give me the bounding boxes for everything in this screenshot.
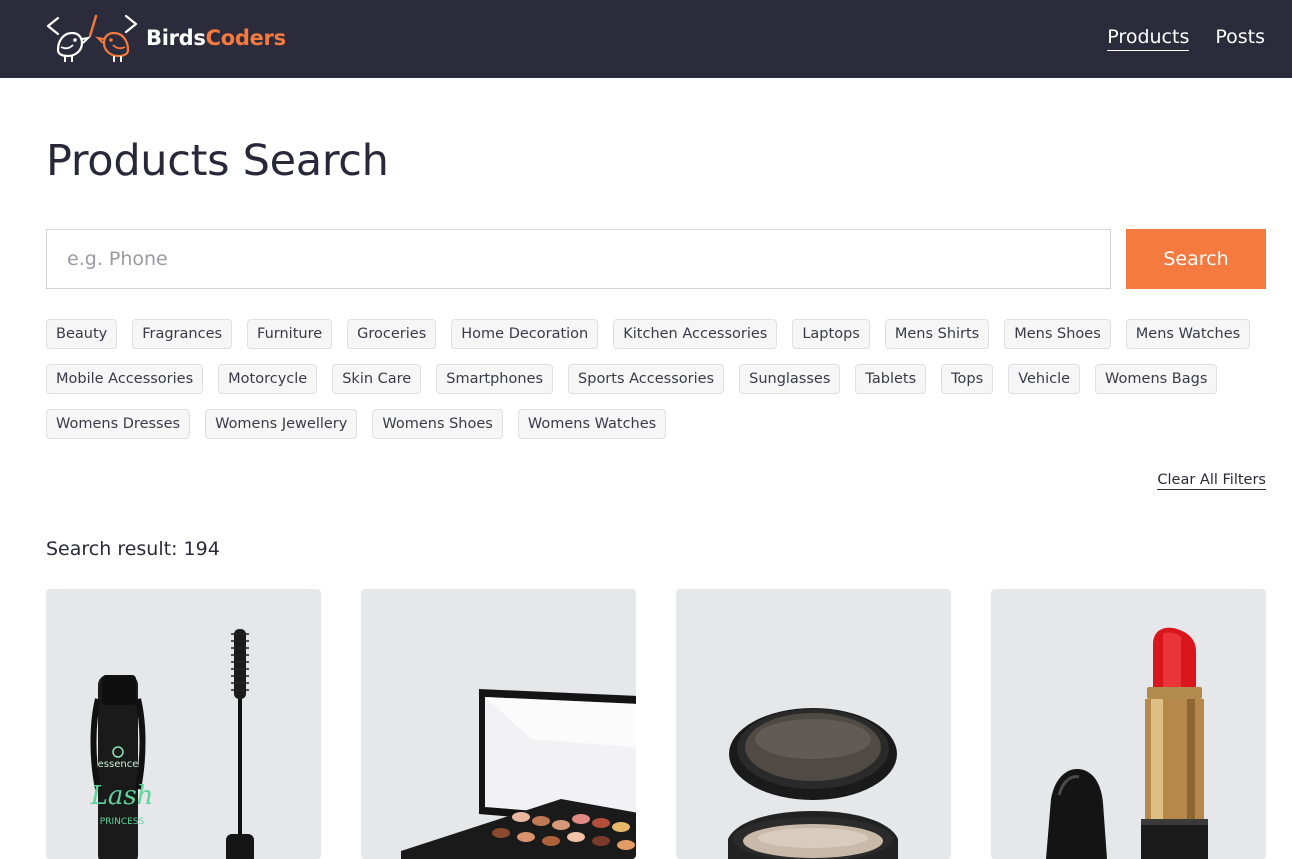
category-chip[interactable]: Mobile Accessories: [46, 364, 204, 394]
product-card[interactable]: essence Lash PRINCESS: [46, 589, 321, 859]
category-chip[interactable]: Sunglasses: [739, 364, 841, 394]
nav-link-posts[interactable]: Posts: [1215, 26, 1265, 51]
nav-link-products[interactable]: Products: [1107, 26, 1190, 51]
category-chip[interactable]: Mens Shoes: [1004, 319, 1111, 349]
search-result-count: Search result: 194: [46, 538, 220, 560]
category-chip[interactable]: Mens Shirts: [884, 319, 990, 349]
category-filter-list: Beauty Fragrances Furniture Groceries Home D…: [46, 319, 1276, 439]
brand-name: BirdsCoders: [146, 26, 286, 50]
category-chip[interactable]: Skin Care: [332, 364, 422, 394]
birds-logo-icon: [46, 14, 138, 62]
category-chip[interactable]: Motorcycle: [218, 364, 318, 394]
category-chip[interactable]: Laptops: [792, 319, 870, 349]
brand-name-part1: Birds: [146, 26, 206, 50]
search-result-number: 194: [183, 538, 220, 560]
top-navigation-bar: BirdsCoders Products Posts: [0, 0, 1292, 78]
category-chip[interactable]: Smartphones: [436, 364, 554, 394]
category-chip[interactable]: Tablets: [855, 364, 927, 394]
clear-all-filters-link[interactable]: Clear All Filters: [1157, 472, 1266, 490]
category-chip[interactable]: Womens Shoes: [372, 409, 503, 439]
product-card[interactable]: [676, 589, 951, 859]
search-button[interactable]: Search: [1126, 229, 1266, 289]
mascara-subtitle-text: PRINCESS: [100, 817, 145, 827]
category-chip[interactable]: Sports Accessories: [568, 364, 725, 394]
category-chip[interactable]: Beauty: [46, 319, 118, 349]
category-chip[interactable]: Groceries: [347, 319, 437, 349]
category-chip[interactable]: Tops: [941, 364, 994, 394]
category-chip[interactable]: Kitchen Accessories: [613, 319, 778, 349]
category-chip[interactable]: Womens Dresses: [46, 409, 191, 439]
mascara-brand-text: essence: [98, 759, 139, 770]
search-input[interactable]: [46, 229, 1111, 289]
red-lipstick-image: [1046, 627, 1208, 859]
eyeshadow-palette-image: [401, 689, 636, 859]
mascara-image: essence Lash PRINCESS: [90, 629, 254, 859]
product-card[interactable]: [361, 589, 636, 859]
category-chip[interactable]: Vehicle: [1008, 364, 1081, 394]
category-chip[interactable]: Womens Watches: [517, 409, 667, 439]
powder-compact-image: [728, 708, 898, 859]
category-chip[interactable]: Home Decoration: [451, 319, 599, 349]
category-chip[interactable]: Womens Jewellery: [205, 409, 358, 439]
main-nav: Products Posts: [1107, 26, 1265, 51]
product-card[interactable]: [991, 589, 1266, 859]
category-chip[interactable]: Furniture: [247, 319, 333, 349]
page-title: Products Search: [46, 136, 389, 186]
category-chip[interactable]: Fragrances: [132, 319, 233, 349]
category-chip[interactable]: Womens Bags: [1095, 364, 1218, 394]
brand-logo[interactable]: BirdsCoders: [46, 12, 286, 64]
mascara-title-text: Lash: [90, 781, 154, 811]
search-result-label: Search result:: [46, 538, 178, 560]
category-chip[interactable]: Mens Watches: [1125, 319, 1251, 349]
brand-name-part2: Coders: [205, 26, 286, 50]
